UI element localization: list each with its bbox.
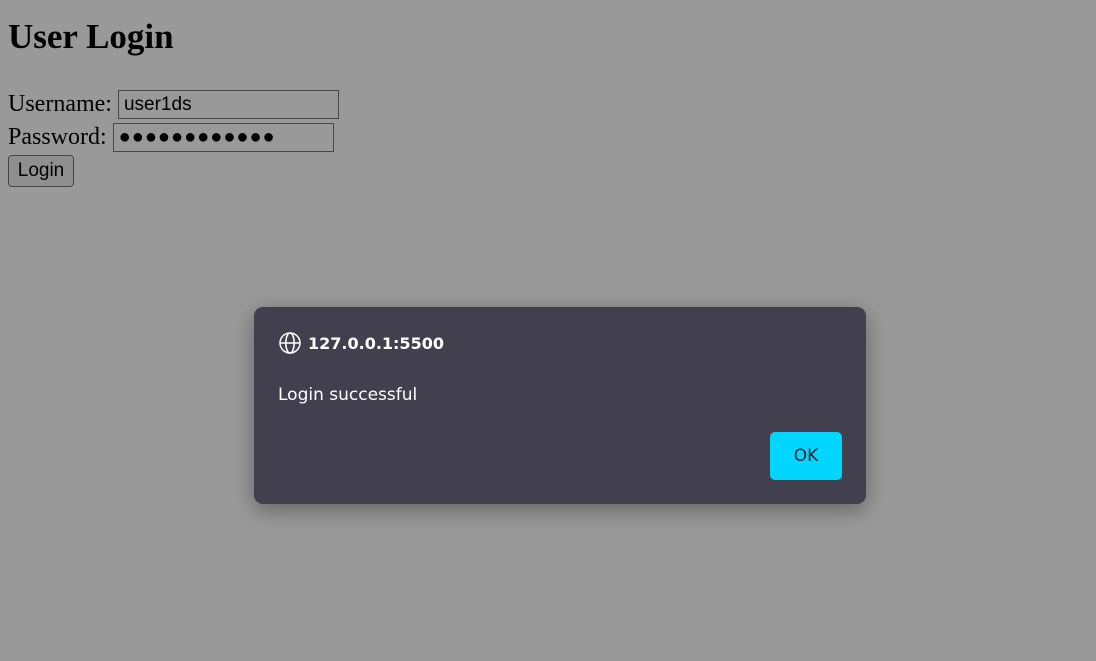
dialog-message: Login successful [278, 385, 418, 405]
ok-button[interactable]: OK [770, 432, 842, 480]
alert-dialog: 127.0.0.1:5500 Login successful OK [254, 307, 866, 504]
dialog-origin: 127.0.0.1:5500 [308, 333, 444, 353]
globe-icon [278, 331, 302, 355]
dialog-header: 127.0.0.1:5500 [278, 331, 444, 355]
